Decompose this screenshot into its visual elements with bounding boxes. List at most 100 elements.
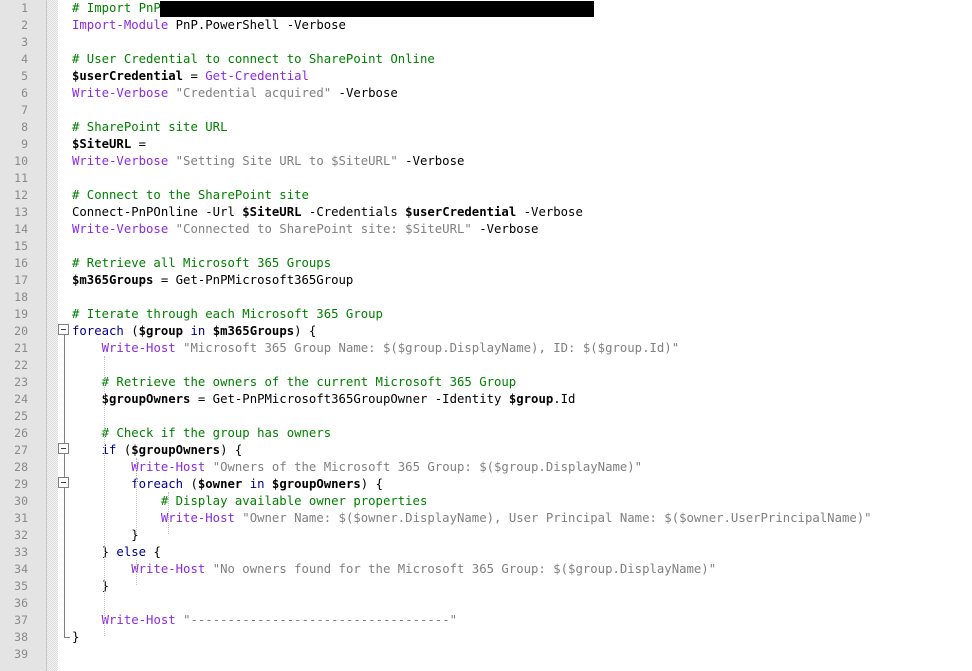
code-text[interactable]: # Retrieve all Microsoft 365 Groups — [72, 255, 331, 272]
code-text[interactable]: # User Credential to connect to SharePoi… — [72, 51, 435, 68]
code-text[interactable]: } — [72, 527, 138, 544]
code-line[interactable]: 12 # Connect to the SharePoint site — [0, 187, 972, 204]
code-text[interactable]: # Display available owner properties — [72, 493, 428, 510]
code-line[interactable]: 38} — [0, 629, 972, 646]
code-line[interactable]: 37 Write-Host "-------------------------… — [0, 612, 972, 629]
code-line[interactable]: 36 — [0, 595, 972, 612]
code-text[interactable]: # Retrieve the owners of the current Mic… — [72, 374, 517, 391]
code-line[interactable]: 31 Write-Host "Owner Name: $($owner.Disp… — [0, 510, 972, 527]
code-line[interactable]: 17 $m365Groups = Get-PnPMicrosoft365Group — [0, 272, 972, 289]
code-line[interactable]: 30 # Display available owner properties — [0, 493, 972, 510]
code-line[interactable]: 26 # Check if the group has owners — [0, 425, 972, 442]
code-line[interactable]: 28 Write-Host "Owners of the Microsoft 3… — [0, 459, 972, 476]
code-text[interactable]: Write-Host "Owner Name: $($owner.Display… — [72, 510, 872, 527]
code-text[interactable]: $m365Groups = Get-PnPMicrosoft365Group — [72, 272, 353, 289]
indent-guide — [136, 560, 137, 585]
code-line[interactable]: 13 Connect-PnPOnline -Url $SiteURL -Crede… — [0, 204, 972, 221]
code-line[interactable]: 27 if ($groupOwners) { — [0, 442, 972, 459]
code-token: } — [72, 545, 117, 559]
code-text[interactable]: } — [72, 629, 79, 646]
redacted-url-block — [160, 1, 594, 17]
line-number: 28 — [14, 460, 28, 474]
code-token: Write-Host — [101, 341, 176, 355]
code-line[interactable]: 2 Import-Module PnP.PowerShell -Verbose — [0, 17, 972, 34]
code-line[interactable]: 7 — [0, 102, 972, 119]
fold-toggle-icon[interactable] — [58, 443, 69, 454]
code-line[interactable]: 8 # SharePoint site URL — [0, 119, 972, 136]
code-line[interactable]: 9 $SiteURL = — [0, 136, 972, 153]
code-text[interactable]: if ($groupOwners) { — [72, 442, 243, 459]
code-token: $group — [138, 324, 184, 338]
code-line[interactable]: 10 Write-Verbose "Setting Site URL to $Si… — [0, 153, 972, 170]
code-text[interactable]: Write-Host "----------------------------… — [72, 612, 457, 629]
code-text[interactable]: $SiteURL = — [72, 136, 153, 153]
code-text[interactable]: # Connect to the SharePoint site — [72, 187, 309, 204]
code-line[interactable]: 15 — [0, 238, 972, 255]
line-number: 7 — [21, 103, 28, 117]
code-line[interactable]: 4 # User Credential to connect to SharePo… — [0, 51, 972, 68]
code-line[interactable]: 29 foreach ($owner in $groupOwners) { — [0, 476, 972, 493]
code-token: # Iterate through each Microsoft 365 Gro… — [72, 307, 383, 321]
code-line[interactable]: 21 Write-Host "Microsoft 365 Group Name:… — [0, 340, 972, 357]
code-line[interactable]: 22 — [0, 357, 972, 374]
code-editor[interactable]: 1# Import PnP PowerShell module2Import-M… — [0, 0, 972, 671]
code-line[interactable]: 18 — [0, 289, 972, 306]
code-text[interactable]: # SharePoint site URL — [72, 119, 227, 136]
line-number: 31 — [14, 511, 28, 525]
code-token: # Retrieve all Microsoft 365 Groups — [72, 256, 332, 270]
code-text[interactable]: Write-Host "Microsoft 365 Group Name: $(… — [72, 340, 679, 357]
code-line[interactable]: 32 } — [0, 527, 972, 544]
code-token: $groupOwners — [131, 443, 221, 457]
code-line[interactable]: 25 — [0, 408, 972, 425]
code-line[interactable]: 23 # Retrieve the owners of the current … — [0, 374, 972, 391]
code-text[interactable]: $userCredential = Get-Credential — [72, 68, 309, 85]
fold-toggle-icon[interactable] — [58, 324, 69, 335]
code-text[interactable]: Write-Verbose "Setting Site URL to $Site… — [72, 153, 464, 170]
line-number: 20 — [14, 324, 28, 338]
code-line[interactable]: 35 } — [0, 578, 972, 595]
code-line[interactable]: 14 Write-Verbose "Connected to SharePoint… — [0, 221, 972, 238]
fold-toggle-icon[interactable] — [58, 477, 69, 488]
code-text[interactable]: foreach ($group in $m365Groups) { — [72, 323, 316, 340]
code-text[interactable]: $groupOwners = Get-PnPMicrosoft365GroupO… — [72, 391, 576, 408]
code-line[interactable]: 19 # Iterate through each Microsoft 365 G… — [0, 306, 972, 323]
code-line[interactable]: 34 Write-Host "No owners found for the M… — [0, 561, 972, 578]
code-line[interactable]: 6 Write-Verbose "Credential acquired" -Ve… — [0, 85, 972, 102]
code-line[interactable]: 16 # Retrieve all Microsoft 365 Groups — [0, 255, 972, 272]
code-token: # Check if the group has owners — [101, 426, 332, 440]
code-text[interactable]: } else { — [72, 544, 161, 561]
code-token: Write-Verbose — [72, 154, 169, 168]
code-token: Write-Verbose — [72, 86, 169, 100]
code-text[interactable]: Write-Verbose "Connected to SharePoint s… — [72, 221, 538, 238]
line-number: 18 — [14, 290, 28, 304]
code-text[interactable]: Write-Host "No owners found for the Micr… — [72, 561, 716, 578]
code-text[interactable]: foreach ($owner in $groupOwners) { — [72, 476, 383, 493]
code-text[interactable]: Import-Module PnP.PowerShell -Verbose — [72, 17, 346, 34]
code-line[interactable]: 5 $userCredential = Get-Credential — [0, 68, 972, 85]
code-token: "-----------------------------------" — [183, 613, 458, 627]
code-line[interactable]: 3 — [0, 34, 972, 51]
code-line[interactable]: 20 foreach ($group in $m365Groups) { — [0, 323, 972, 340]
code-text[interactable]: Write-Verbose "Credential acquired" -Ver… — [72, 85, 398, 102]
code-token: $groupOwners — [101, 392, 191, 406]
code-line[interactable]: 11 — [0, 170, 972, 187]
code-text[interactable]: Write-Host "Owners of the Microsoft 365 … — [72, 459, 642, 476]
code-token: Connect-PnPOnline -Url — [72, 205, 243, 219]
code-text[interactable]: # Check if the group has owners — [72, 425, 332, 442]
code-line[interactable]: 24 $groupOwners = Get-PnPMicrosoft365Gro… — [0, 391, 972, 408]
code-text[interactable]: Connect-PnPOnline -Url $SiteURL -Credent… — [72, 204, 583, 221]
code-token: foreach — [72, 324, 124, 338]
code-token: -Verbose — [516, 205, 583, 219]
line-number: 33 — [14, 545, 28, 559]
code-text[interactable]: # Iterate through each Microsoft 365 Gro… — [72, 306, 383, 323]
code-line[interactable]: 39 — [0, 646, 972, 663]
code-line[interactable]: 33 } else { — [0, 544, 972, 561]
code-token: in — [190, 324, 206, 338]
